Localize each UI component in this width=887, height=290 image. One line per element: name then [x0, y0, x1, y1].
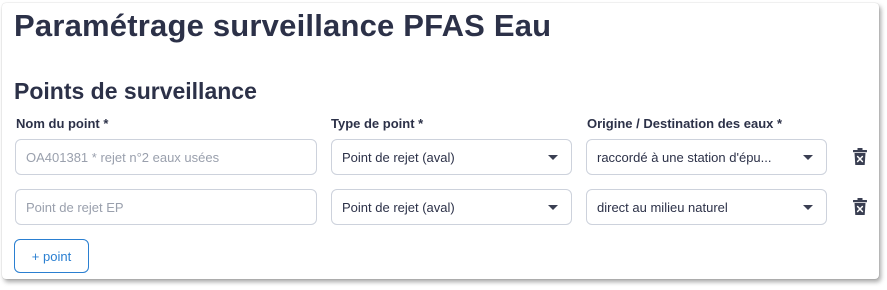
section-title: Points de surveillance: [14, 78, 257, 104]
point-type-select[interactable]: Point de rejet (aval): [331, 189, 572, 225]
add-point-button[interactable]: + point: [14, 239, 89, 273]
chevron-down-icon: [548, 155, 558, 160]
page-title: Paramétrage surveillance PFAS Eau: [14, 8, 552, 43]
origin-select[interactable]: raccordé à une station d'épu...: [586, 139, 827, 175]
origin-select[interactable]: direct au milieu naturel: [586, 189, 827, 225]
point-name-placeholder: OA401381 * rejet n°2 eaux usées: [26, 149, 220, 165]
chevron-down-icon: [548, 205, 558, 210]
point-name-input[interactable]: OA401381 * rejet n°2 eaux usées: [15, 139, 317, 175]
point-name-placeholder: Point de rejet EP: [26, 199, 124, 215]
column-label-name: Nom du point *: [16, 116, 109, 131]
origin-value: direct au milieu naturel: [597, 199, 728, 215]
add-point-label: + point: [31, 248, 72, 264]
point-type-value: Point de rejet (aval): [342, 149, 455, 165]
point-type-select[interactable]: Point de rejet (aval): [331, 139, 572, 175]
chevron-down-icon: [803, 155, 813, 160]
column-label-origin: Origine / Destination des eaux *: [587, 116, 783, 131]
trash-icon[interactable]: [853, 148, 867, 165]
point-name-input[interactable]: Point de rejet EP: [15, 189, 317, 225]
chevron-down-icon: [803, 205, 813, 210]
trash-icon[interactable]: [853, 198, 867, 215]
column-label-type: Type de point *: [331, 116, 424, 131]
point-type-value: Point de rejet (aval): [342, 199, 455, 215]
origin-value: raccordé à une station d'épu...: [597, 149, 772, 165]
